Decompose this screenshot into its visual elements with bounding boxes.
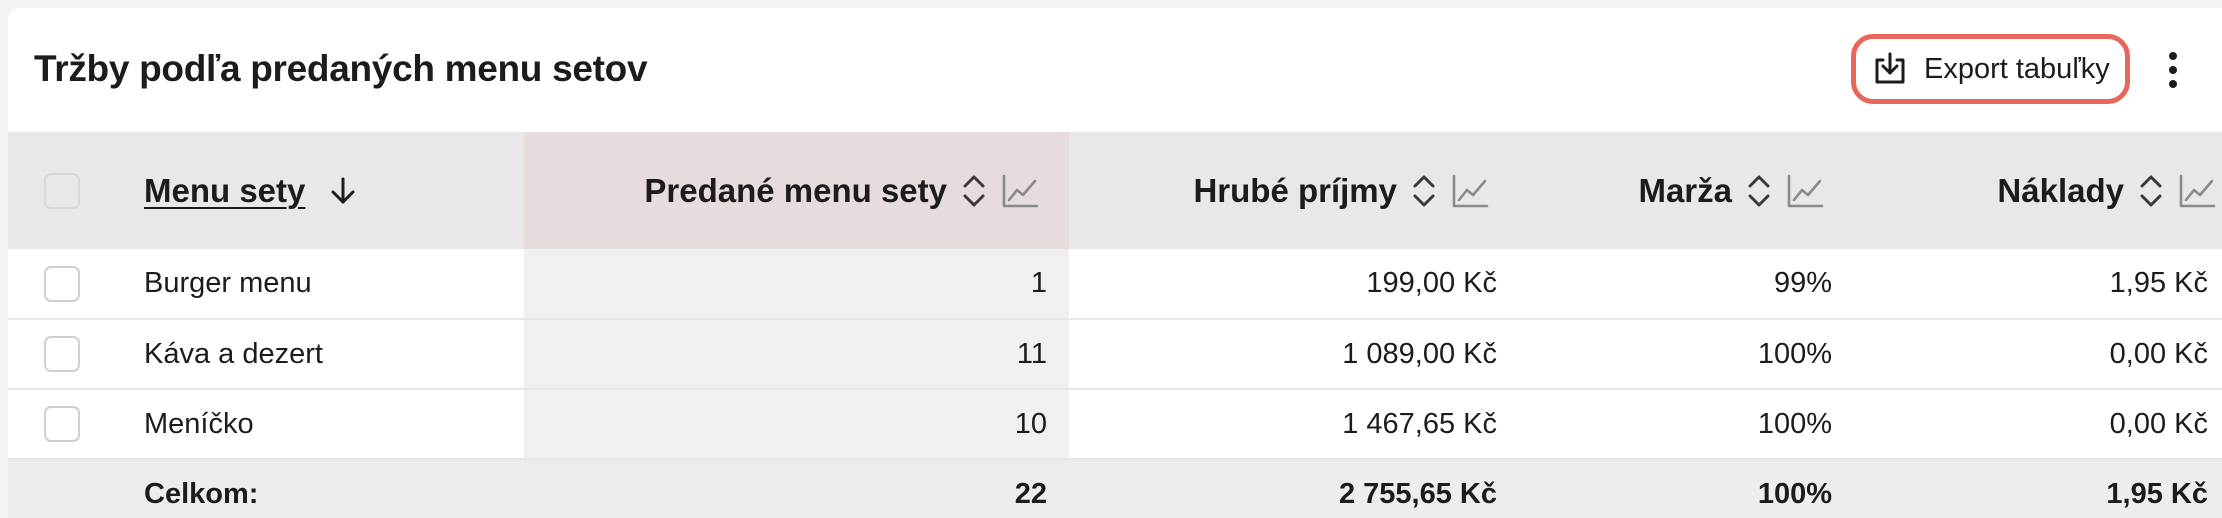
cell-costs: 1,95 Kč: [1854, 249, 2222, 320]
cell-sold: 11: [524, 319, 1069, 390]
cell-margin: 99%: [1519, 249, 1854, 320]
column-header-gross[interactable]: Hrubé príjmy: [1069, 132, 1519, 249]
row-checkbox[interactable]: [44, 406, 80, 442]
line-chart-icon[interactable]: [1001, 173, 1039, 209]
total-gross: 2 755,65 Kč: [1069, 459, 1519, 518]
sort-updown-icon[interactable]: [961, 173, 987, 209]
cell-costs: 0,00 Kč: [1854, 319, 2222, 390]
line-chart-icon[interactable]: [1786, 173, 1824, 209]
total-margin: 100%: [1519, 459, 1854, 518]
cell-margin: 100%: [1519, 389, 1854, 460]
table-row[interactable]: Káva a dezert 11 1 089,00 Kč 100% 0,00 K…: [8, 319, 2222, 390]
card-header: Tržby podľa predaných menu setov Export …: [8, 8, 2222, 132]
cell-margin: 100%: [1519, 319, 1854, 390]
column-label-margin[interactable]: Marža: [1638, 172, 1732, 210]
column-label-costs[interactable]: Náklady: [1997, 172, 2124, 210]
column-header-menu-sets[interactable]: Menu sety: [136, 132, 524, 249]
total-empty-cell: [8, 459, 136, 518]
column-label-sold[interactable]: Predané menu sety: [644, 172, 947, 210]
total-sold: 22: [524, 459, 1069, 518]
sort-updown-icon[interactable]: [2138, 173, 2164, 209]
column-header-sold[interactable]: Predané menu sety: [524, 132, 1069, 249]
cell-sold: 1: [524, 249, 1069, 320]
row-checkbox[interactable]: [44, 336, 80, 372]
export-table-label: Export tabuľky: [1924, 52, 2110, 85]
select-all-checkbox[interactable]: [44, 172, 80, 209]
row-select-cell: [8, 389, 136, 460]
select-all-cell: [8, 132, 136, 249]
more-options-icon[interactable]: [2158, 48, 2188, 92]
cell-menu-set-name: Burger menu: [136, 249, 524, 320]
column-label-menu-sets[interactable]: Menu sety: [144, 172, 305, 210]
column-header-margin[interactable]: Marža: [1519, 132, 1854, 249]
table-header-row: Menu sety Predané menu sety Hrubé príjmy…: [8, 132, 2222, 249]
export-table-button[interactable]: Export tabuľky: [1851, 34, 2130, 104]
cell-menu-set-name: Meníčko: [136, 389, 524, 460]
card-title: Tržby podľa predaných menu setov: [34, 48, 648, 89]
column-header-costs[interactable]: Náklady: [1854, 132, 2222, 249]
column-label-gross[interactable]: Hrubé príjmy: [1193, 172, 1397, 210]
row-select-cell: [8, 319, 136, 390]
line-chart-icon[interactable]: [2178, 173, 2216, 209]
table-row[interactable]: Burger menu 1 199,00 Kč 99% 1,95 Kč: [8, 249, 2222, 320]
line-chart-icon[interactable]: [1451, 173, 1489, 209]
sort-updown-icon[interactable]: [1411, 173, 1437, 209]
row-checkbox[interactable]: [44, 265, 80, 302]
cell-costs: 0,00 Kč: [1854, 389, 2222, 460]
cell-gross: 1 467,65 Kč: [1069, 389, 1519, 460]
revenue-card: Tržby podľa predaných menu setov Export …: [8, 8, 2222, 518]
cell-menu-set-name: Káva a dezert: [136, 319, 524, 390]
sort-updown-icon[interactable]: [1746, 173, 1772, 209]
download-tray-icon: [1875, 52, 1905, 84]
arrow-down-icon[interactable]: [305, 176, 357, 206]
table-total-row: Celkom: 22 2 755,65 Kč 100% 1,95 Kč: [8, 459, 2222, 518]
cell-gross: 199,00 Kč: [1069, 249, 1519, 320]
table-row[interactable]: Meníčko 10 1 467,65 Kč 100% 0,00 Kč: [8, 389, 2222, 460]
cell-sold: 10: [524, 389, 1069, 460]
row-select-cell: [8, 249, 136, 320]
menu-sets-table: Menu sety Predané menu sety Hrubé príjmy…: [8, 132, 2222, 518]
total-costs: 1,95 Kč: [1854, 459, 2222, 518]
total-label: Celkom:: [136, 459, 524, 518]
cell-gross: 1 089,00 Kč: [1069, 319, 1519, 390]
